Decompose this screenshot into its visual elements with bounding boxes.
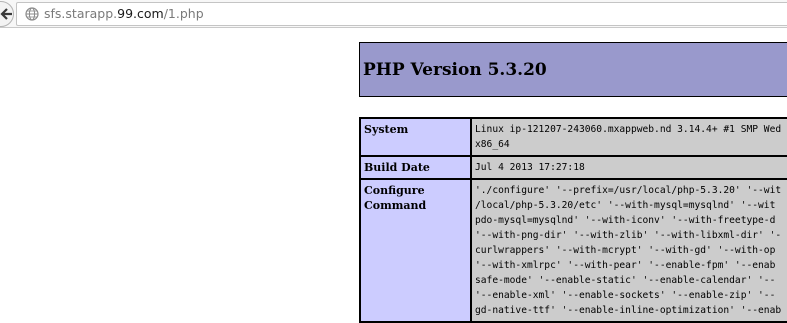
globe-icon: [25, 7, 39, 21]
browser-address-bar: sfs.starapp.99.com/1.php: [0, 0, 787, 28]
page-title: PHP Version 5.3.20: [363, 60, 547, 80]
back-button[interactable]: [0, 1, 14, 27]
url-domain: 99.com: [117, 6, 164, 21]
row-value-build-date: Jul 4 2013 17:27:18: [471, 156, 787, 179]
table-row-configure-command: Configure Command './configure' '--prefi…: [360, 179, 787, 322]
php-version-header: PHP Version 5.3.20: [359, 42, 787, 97]
url-path: /1.php: [163, 6, 204, 21]
table-row-build-date: Build Date Jul 4 2013 17:27:18: [360, 156, 787, 179]
row-value-configure-command: './configure' '--prefix=/usr/local/php-5…: [471, 179, 787, 322]
url-text: sfs.starapp.99.com/1.php: [44, 6, 204, 22]
back-arrow-icon: [0, 8, 12, 20]
url-prefix: sfs.starapp.: [44, 6, 118, 21]
url-field[interactable]: sfs.starapp.99.com/1.php: [16, 2, 787, 26]
row-value-system: Linux ip-121207-243060.mxappweb.nd 3.14.…: [471, 118, 787, 156]
row-label-build-date: Build Date: [360, 156, 471, 179]
table-row-system: System Linux ip-121207-243060.mxappweb.n…: [360, 118, 787, 156]
row-label-system: System: [360, 118, 471, 156]
row-label-configure-command: Configure Command: [360, 179, 471, 322]
php-info-table: System Linux ip-121207-243060.mxappweb.n…: [359, 117, 787, 323]
